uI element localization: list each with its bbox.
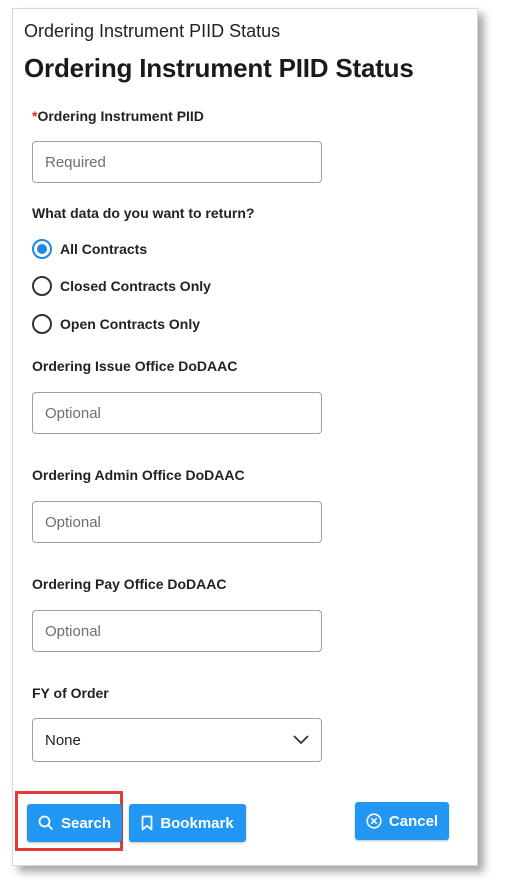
fy-label: FY of Order [32, 685, 109, 701]
cancel-button-label: Cancel [388, 812, 439, 830]
bookmark-icon [141, 815, 160, 831]
radio-label-open-contracts: Open Contracts Only [60, 316, 201, 332]
radio-label-closed-contracts: Closed Contracts Only [60, 278, 211, 294]
search-icon [38, 815, 61, 831]
piid-label-text: Ordering Instrument PIID [37, 108, 204, 124]
page-title: Ordering Instrument PIID Status [24, 53, 414, 83]
return-data-question: What data do you want to return? [32, 205, 255, 221]
radio-button[interactable] [32, 314, 52, 334]
pay-office-input[interactable] [32, 610, 322, 652]
ordering-piid-status-panel: Ordering Instrument PIID Status Ordering… [12, 8, 478, 866]
issue-office-input[interactable] [32, 392, 322, 434]
fy-selected-value: None [45, 731, 81, 749]
panel-header-title: Ordering Instrument PIID Status [24, 21, 281, 41]
pay-office-label: Ordering Pay Office DoDAAC [32, 576, 227, 592]
radio-label-all-contracts: All Contracts [60, 241, 148, 257]
cancel-button[interactable]: Cancel [355, 802, 449, 840]
cancel-circle-icon [366, 813, 389, 829]
bookmark-button[interactable]: Bookmark [129, 804, 246, 842]
admin-office-input[interactable] [32, 501, 322, 543]
search-button[interactable]: Search [27, 804, 122, 842]
piid-input[interactable] [32, 141, 322, 183]
bookmark-button-label: Bookmark [160, 814, 234, 832]
issue-office-label: Ordering Issue Office DoDAAC [32, 358, 238, 374]
admin-office-label: Ordering Admin Office DoDAAC [32, 467, 245, 483]
radio-closed-contracts[interactable]: Closed Contracts Only [32, 274, 211, 298]
radio-open-contracts[interactable]: Open Contracts Only [32, 312, 200, 336]
search-button-label: Search [60, 814, 112, 832]
radio-all-contracts[interactable]: All Contracts [32, 237, 147, 261]
fy-select[interactable]: None [32, 718, 322, 762]
radio-button-checked[interactable] [32, 239, 52, 259]
chevron-down-icon [293, 735, 309, 745]
radio-button[interactable] [32, 276, 52, 296]
piid-label: *Ordering Instrument PIID [32, 108, 204, 124]
